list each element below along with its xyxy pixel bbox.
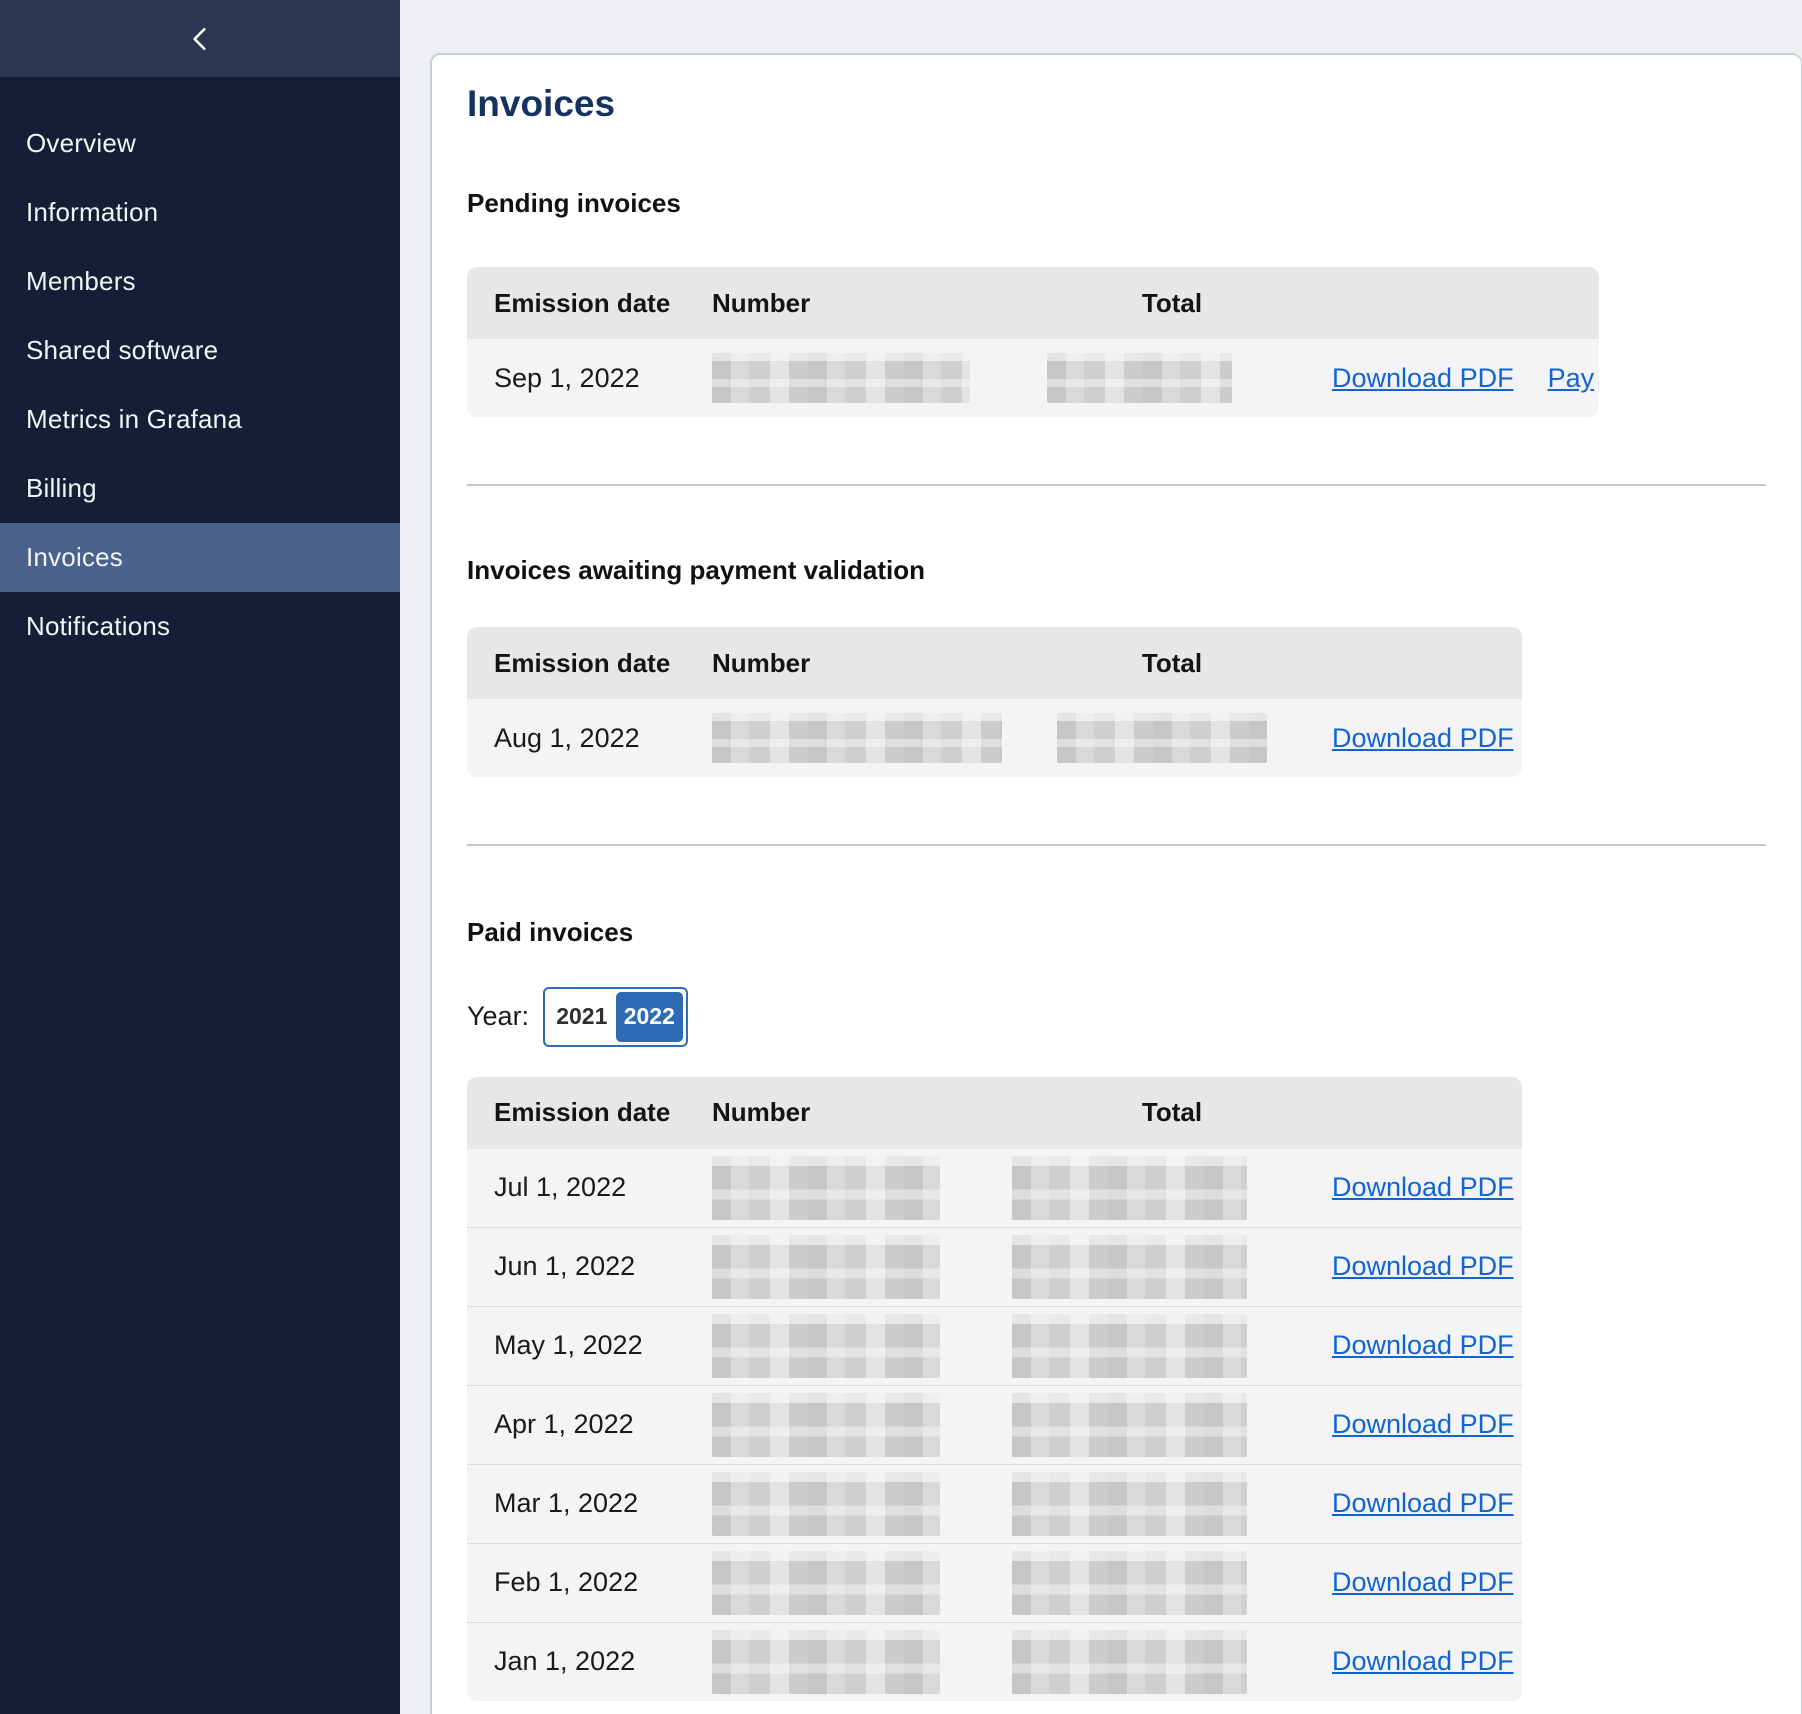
- redacted-invoice-number: [712, 1472, 940, 1536]
- column-header-number: Number: [712, 648, 1012, 679]
- sidebar-item-label: Invoices: [26, 542, 123, 573]
- table-row: Apr 1, 2022 Download PDF: [467, 1385, 1522, 1464]
- sidebar-item-label: Billing: [26, 473, 97, 504]
- sidebar-item-label: Shared software: [26, 335, 218, 366]
- table-row: May 1, 2022 Download PDF: [467, 1306, 1522, 1385]
- section-divider: [467, 844, 1766, 846]
- column-header-number: Number: [712, 1097, 1012, 1128]
- table-row: Jul 1, 2022 Download PDF: [467, 1149, 1522, 1227]
- sidebar-item-label: Overview: [26, 128, 136, 159]
- emission-date-value: Aug 1, 2022: [467, 723, 712, 754]
- table-header-row: Emission date Number Total: [467, 627, 1522, 699]
- download-pdf-link[interactable]: Download PDF: [1332, 1330, 1514, 1361]
- emission-date-value: Jun 1, 2022: [467, 1251, 712, 1282]
- app-window: Overview Information Members Shared soft…: [0, 0, 1802, 1714]
- redacted-invoice-number: [712, 1235, 940, 1299]
- invoices-card: Invoices Pending invoices Emission date …: [430, 53, 1802, 1714]
- awaiting-invoices-table: Emission date Number Total Aug 1, 2022 D…: [467, 627, 1522, 777]
- redacted-invoice-number: [712, 1314, 940, 1378]
- redacted-invoice-total: [1047, 353, 1232, 403]
- redacted-invoice-total: [1012, 1630, 1247, 1694]
- redacted-invoice-total: [1012, 1393, 1247, 1457]
- sidebar-item-label: Metrics in Grafana: [26, 404, 242, 435]
- emission-date-value: May 1, 2022: [467, 1330, 712, 1361]
- download-pdf-link[interactable]: Download PDF: [1332, 1409, 1514, 1440]
- chevron-left-icon: [188, 26, 212, 52]
- emission-date-value: Jan 1, 2022: [467, 1646, 712, 1677]
- year-option-2021[interactable]: 2021: [548, 992, 616, 1042]
- table-row: Aug 1, 2022 Download PDF: [467, 699, 1522, 777]
- sidebar: Overview Information Members Shared soft…: [0, 0, 400, 1714]
- table-row: Sep 1, 2022 Download PDF Pay: [467, 339, 1599, 417]
- sidebar-item-shared-software[interactable]: Shared software: [0, 316, 400, 385]
- redacted-invoice-number: [712, 713, 1002, 763]
- pay-link[interactable]: Pay: [1548, 363, 1595, 394]
- table-row: Mar 1, 2022 Download PDF: [467, 1464, 1522, 1543]
- sidebar-item-label: Notifications: [26, 611, 170, 642]
- pending-invoices-heading: Pending invoices: [467, 188, 1766, 219]
- redacted-invoice-number: [712, 1551, 940, 1615]
- sidebar-item-overview[interactable]: Overview: [0, 109, 400, 178]
- page-title: Invoices: [467, 85, 1766, 122]
- table-header-row: Emission date Number Total: [467, 1077, 1522, 1149]
- column-header-total: Total: [1012, 1097, 1332, 1128]
- download-pdf-link[interactable]: Download PDF: [1332, 1488, 1514, 1519]
- redacted-invoice-total: [1012, 1235, 1247, 1299]
- column-header-emission-date: Emission date: [467, 648, 712, 679]
- column-header-emission-date: Emission date: [467, 288, 712, 319]
- column-header-number: Number: [712, 288, 1012, 319]
- redacted-invoice-total: [1012, 1156, 1247, 1220]
- paid-invoices-table: Emission date Number Total Jul 1, 2022 D…: [467, 1077, 1522, 1701]
- awaiting-validation-heading: Invoices awaiting payment validation: [467, 555, 1766, 586]
- table-row: Feb 1, 2022 Download PDF: [467, 1543, 1522, 1622]
- redacted-invoice-number: [712, 1393, 940, 1457]
- sidebar-item-label: Information: [26, 197, 158, 228]
- download-pdf-link[interactable]: Download PDF: [1332, 1251, 1514, 1282]
- emission-date-value: Jul 1, 2022: [467, 1172, 712, 1203]
- download-pdf-link[interactable]: Download PDF: [1332, 363, 1514, 394]
- column-header-total: Total: [1012, 288, 1332, 319]
- sidebar-collapse-button[interactable]: [0, 0, 400, 77]
- table-row: Jan 1, 2022 Download PDF: [467, 1622, 1522, 1701]
- sidebar-item-members[interactable]: Members: [0, 247, 400, 316]
- redacted-invoice-total: [1057, 713, 1267, 763]
- year-label: Year:: [467, 1001, 529, 1032]
- emission-date-value: Apr 1, 2022: [467, 1409, 712, 1440]
- column-header-emission-date: Emission date: [467, 1097, 712, 1128]
- redacted-invoice-number: [712, 353, 970, 403]
- sidebar-item-billing[interactable]: Billing: [0, 454, 400, 523]
- download-pdf-link[interactable]: Download PDF: [1332, 1646, 1514, 1677]
- sidebar-item-information[interactable]: Information: [0, 178, 400, 247]
- year-toggle: 2021 2022: [543, 987, 688, 1047]
- column-header-total: Total: [1012, 648, 1332, 679]
- sidebar-nav: Overview Information Members Shared soft…: [0, 77, 400, 661]
- table-header-row: Emission date Number Total: [467, 267, 1599, 339]
- table-row: Jun 1, 2022 Download PDF: [467, 1227, 1522, 1306]
- main-area: Invoices Pending invoices Emission date …: [400, 0, 1802, 1714]
- redacted-invoice-number: [712, 1630, 940, 1694]
- sidebar-item-metrics-in-grafana[interactable]: Metrics in Grafana: [0, 385, 400, 454]
- sidebar-item-notifications[interactable]: Notifications: [0, 592, 400, 661]
- download-pdf-link[interactable]: Download PDF: [1332, 1567, 1514, 1598]
- emission-date-value: Mar 1, 2022: [467, 1488, 712, 1519]
- paid-invoices-heading: Paid invoices: [467, 917, 1766, 948]
- year-filter: Year: 2021 2022: [467, 987, 1766, 1047]
- section-divider: [467, 484, 1766, 486]
- download-pdf-link[interactable]: Download PDF: [1332, 723, 1514, 754]
- redacted-invoice-total: [1012, 1472, 1247, 1536]
- redacted-invoice-number: [712, 1156, 940, 1220]
- pending-invoices-table: Emission date Number Total Sep 1, 2022 D…: [467, 267, 1599, 417]
- sidebar-item-invoices[interactable]: Invoices: [0, 523, 400, 592]
- download-pdf-link[interactable]: Download PDF: [1332, 1172, 1514, 1203]
- sidebar-item-label: Members: [26, 266, 136, 297]
- redacted-invoice-total: [1012, 1314, 1247, 1378]
- year-option-2022[interactable]: 2022: [616, 992, 684, 1042]
- redacted-invoice-total: [1012, 1551, 1247, 1615]
- emission-date-value: Sep 1, 2022: [467, 363, 712, 394]
- emission-date-value: Feb 1, 2022: [467, 1567, 712, 1598]
